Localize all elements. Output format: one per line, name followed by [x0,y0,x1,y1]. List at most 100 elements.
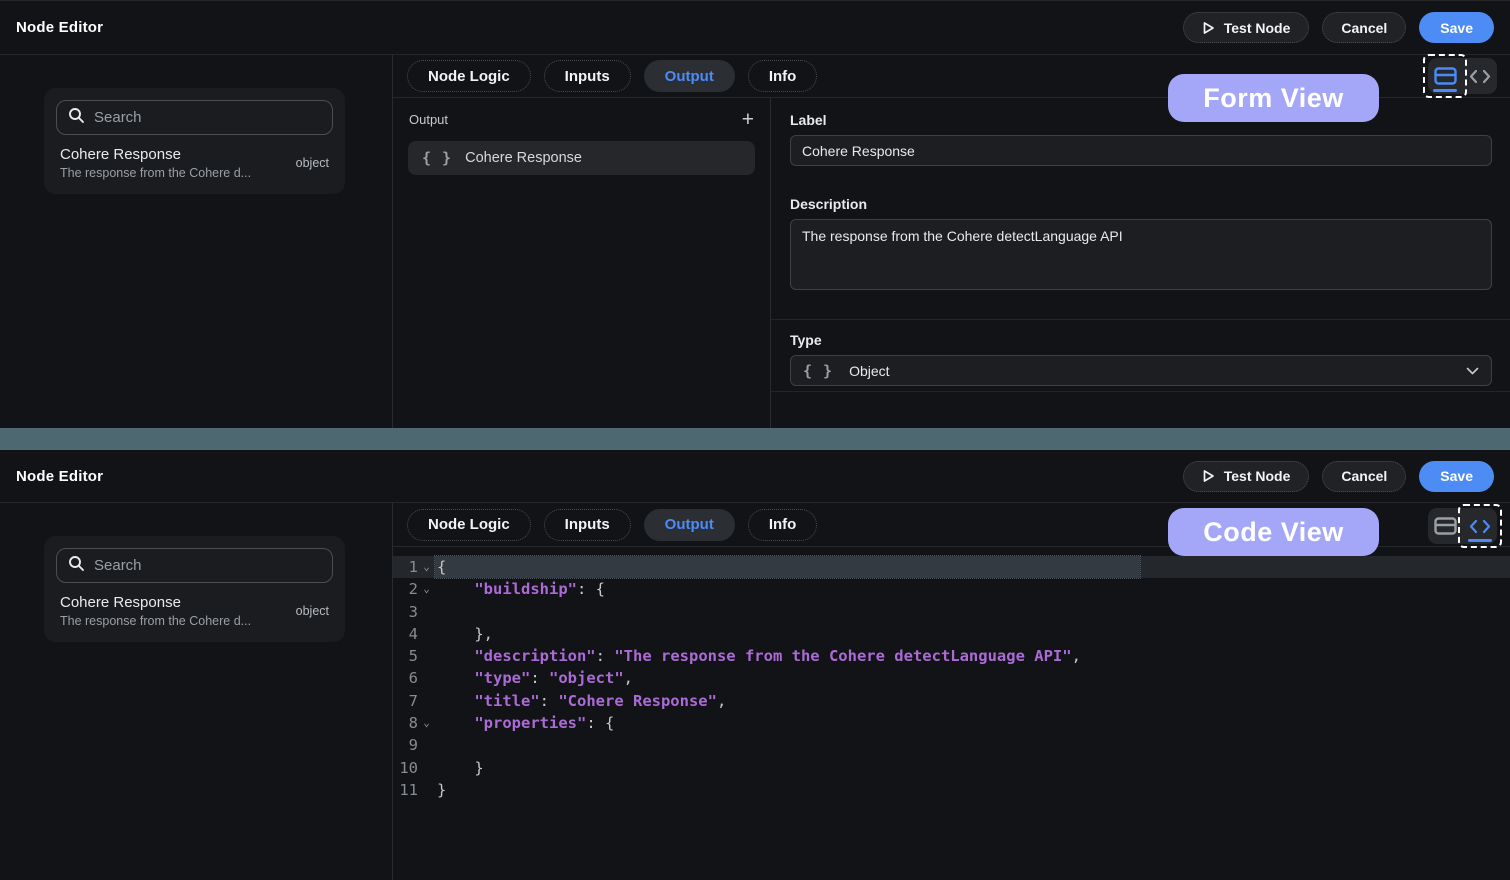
code-line[interactable]: 5 "description": "The response from the … [393,645,1510,667]
test-node-button[interactable]: Test Node [1183,12,1310,43]
braces-icon: { } [422,149,452,167]
output-item-label: Cohere Response [465,150,582,166]
sidebar-item-description: The response from the Cohere d... [60,166,286,180]
cancel-button[interactable]: Cancel [1322,12,1406,43]
code-line[interactable]: 10 } [393,757,1510,779]
code-line-content: }, [435,623,493,645]
tab-info[interactable]: Info [748,509,818,541]
fold-spacer [418,734,435,756]
sidebar-card: Search Cohere Response The response from… [44,88,345,194]
code-main: Node Logic Inputs Output Info 1⌄{2⌄ "bui… [393,503,1510,880]
tab-inputs[interactable]: Inputs [544,60,631,92]
line-number: 10 [393,757,418,779]
line-number: 1 [393,556,418,578]
save-button[interactable]: Save [1419,12,1494,43]
sidebar-item-type-tag: object [296,604,329,618]
line-number: 7 [393,690,418,712]
code-view-pane: Node Editor Test Node Cancel Save [0,450,1510,880]
braces-icon: { } [803,362,833,380]
code-line[interactable]: 4 }, [393,623,1510,645]
play-icon [1202,21,1215,35]
code-view-toggle-button[interactable] [1463,508,1498,544]
type-select-value: Object [849,363,889,379]
pane-split-divider[interactable] [0,428,1510,450]
fold-spacer [418,601,435,623]
header-actions: Test Node Cancel Save [1183,12,1494,43]
active-view-underline [1433,89,1457,93]
search-box[interactable]: Search [56,548,333,583]
line-number: 6 [393,667,418,689]
description-heading: Description [790,196,1492,212]
code-line[interactable]: 7 "title": "Cohere Response", [393,690,1510,712]
tab-output[interactable]: Output [644,60,735,92]
divider [771,391,1510,392]
code-view-toggle-button[interactable] [1463,58,1498,94]
code-line[interactable]: 9 [393,734,1510,756]
add-output-icon[interactable]: + [742,113,754,127]
line-number: 9 [393,734,418,756]
sidebar-output-item[interactable]: Cohere Response The response from the Co… [56,594,333,628]
tab-node-logic[interactable]: Node Logic [407,509,531,541]
sidebar: Search Cohere Response The response from… [0,503,393,880]
header-actions: Test Node Cancel Save [1183,461,1494,492]
line-number: 5 [393,645,418,667]
search-box[interactable]: Search [56,100,333,135]
fold-chevron-icon[interactable]: ⌄ [418,578,435,600]
sidebar-card: Search Cohere Response The response from… [44,536,345,642]
search-icon [68,555,85,577]
page-title: Node Editor [16,468,103,485]
fold-chevron-icon[interactable]: ⌄ [418,712,435,734]
code-line-content: "title": "Cohere Response", [435,690,726,712]
code-line[interactable]: 6 "type": "object", [393,667,1510,689]
tab-info[interactable]: Info [748,60,818,92]
save-button[interactable]: Save [1419,461,1494,492]
view-toggle [1428,508,1497,544]
form-view-toggle-button[interactable] [1428,508,1463,544]
sidebar-output-item[interactable]: Cohere Response The response from the Co… [56,146,333,180]
form-view-toggle-button[interactable] [1428,58,1463,94]
sidebar-item-description: The response from the Cohere d... [60,614,286,628]
description-textarea[interactable]: The response from the Cohere detectLangu… [790,219,1492,290]
fold-chevron-icon[interactable]: ⌄ [418,556,435,578]
output-list-item[interactable]: { } Cohere Response [408,141,755,175]
view-toggle [1428,58,1497,94]
code-line[interactable]: 2⌄ "buildship": { [393,578,1510,600]
line-number: 11 [393,779,418,801]
sidebar: Search Cohere Response The response from… [0,55,393,428]
sidebar-item-title: Cohere Response [60,146,286,163]
label-heading: Label [790,112,1492,128]
cancel-button[interactable]: Cancel [1322,461,1406,492]
code-editor[interactable]: 1⌄{2⌄ "buildship": {34 },5 "description"… [393,547,1510,880]
play-icon [1202,469,1215,483]
fold-spacer [418,779,435,801]
active-view-underline [1468,539,1492,543]
code-line-content: "description": "The response from the Co… [435,645,1081,667]
test-node-label: Test Node [1224,468,1291,484]
save-label: Save [1440,468,1473,484]
header: Node Editor Test Node Cancel Save [0,450,1510,503]
tab-output[interactable]: Output [644,509,735,541]
fold-spacer [418,667,435,689]
code-pane-body: Search Cohere Response The response from… [0,503,1510,880]
code-line[interactable]: 1⌄{ [393,556,1510,578]
code-view-icon [1469,69,1491,84]
code-line-content [435,601,437,623]
form-view-icon [1434,67,1457,85]
code-line[interactable]: 3 [393,601,1510,623]
tab-node-logic[interactable]: Node Logic [407,60,531,92]
code-line-content: } [435,757,484,779]
label-input[interactable] [790,135,1492,166]
type-select[interactable]: { } Object [790,355,1492,386]
tab-inputs[interactable]: Inputs [544,509,631,541]
form-view-pane: Node Editor Test Node Cancel Save [0,0,1510,428]
test-node-button[interactable]: Test Node [1183,461,1310,492]
code-line[interactable]: 11} [393,779,1510,801]
fold-spacer [418,690,435,712]
line-number: 4 [393,623,418,645]
output-form-panel: Label Description The response from the … [771,98,1510,428]
cancel-label: Cancel [1341,468,1387,484]
code-line-content: "properties": { [435,712,614,734]
code-line[interactable]: 8⌄ "properties": { [393,712,1510,734]
search-icon [68,107,85,129]
header: Node Editor Test Node Cancel Save [0,0,1510,55]
